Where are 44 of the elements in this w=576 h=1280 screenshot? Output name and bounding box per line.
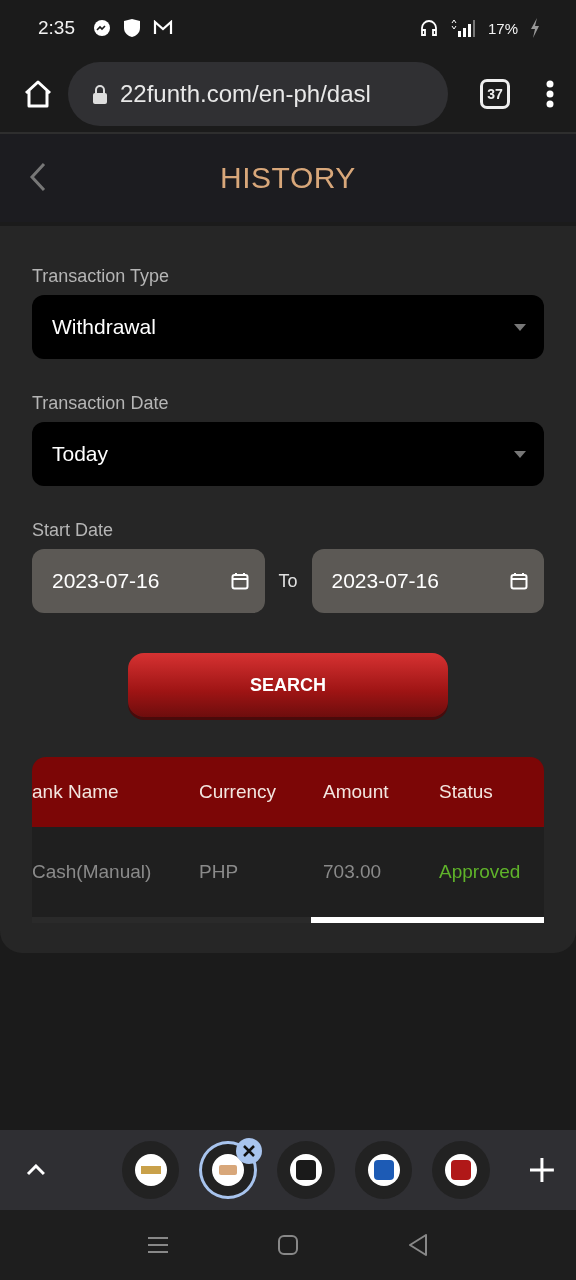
range-separator: To xyxy=(278,570,298,592)
url-text: 22funth.com/en-ph/dasl xyxy=(120,80,371,108)
caret-icon xyxy=(514,323,526,331)
dropdown[interactable]: Withdrawal xyxy=(32,295,544,359)
scroll-bar[interactable] xyxy=(32,917,544,923)
back-nav-icon[interactable] xyxy=(408,1234,428,1256)
column-header: ank Name xyxy=(32,781,120,803)
table-cell-text: Approved xyxy=(439,861,522,883)
back-icon[interactable] xyxy=(28,162,48,192)
field-label: Start Date xyxy=(32,520,115,541)
shield-icon xyxy=(123,18,141,38)
address-bar[interactable]: 22funth.com/en-ph/dasl xyxy=(68,62,448,126)
close-icon[interactable] xyxy=(243,1145,256,1157)
battery-percentage: 17% xyxy=(487,19,518,37)
mail-icon xyxy=(153,20,173,36)
calendar-icon xyxy=(510,572,528,590)
caret-icon xyxy=(514,450,526,458)
recents-icon[interactable] xyxy=(148,1236,168,1254)
menu-icon[interactable] xyxy=(546,80,554,108)
page-title: HISTORY xyxy=(220,161,356,195)
tab-count-button[interactable]: 37 xyxy=(480,79,510,109)
table-cell-text: Cash(Manual) xyxy=(32,861,153,883)
signal-icon xyxy=(449,19,476,37)
column-header: Amount xyxy=(323,781,390,803)
home-icon[interactable] xyxy=(22,78,54,110)
table-cell-text: 703.00 xyxy=(323,861,383,883)
plus-icon[interactable] xyxy=(530,1158,555,1182)
calendar-icon xyxy=(230,572,249,590)
charging-icon xyxy=(530,18,540,38)
chevron-up-icon[interactable] xyxy=(26,1164,46,1176)
date-field[interactable]: 2023-07-16 xyxy=(311,549,544,613)
dropdown[interactable]: Today xyxy=(32,422,544,486)
home-nav-icon[interactable] xyxy=(278,1235,298,1255)
search-button[interactable]: SEARCH xyxy=(128,653,448,717)
clock: 2:35 xyxy=(38,17,75,39)
date-field[interactable]: 2023-07-16 xyxy=(32,549,265,613)
table-cell-text: PHP xyxy=(199,861,240,883)
column-header: Status xyxy=(439,781,494,803)
lock-icon xyxy=(92,84,108,104)
headphones-icon xyxy=(419,19,438,37)
messenger-icon xyxy=(93,19,111,37)
field-label: Transaction Date xyxy=(32,393,170,414)
field-label: Transaction Type xyxy=(32,266,171,287)
column-header: Currency xyxy=(199,781,278,803)
